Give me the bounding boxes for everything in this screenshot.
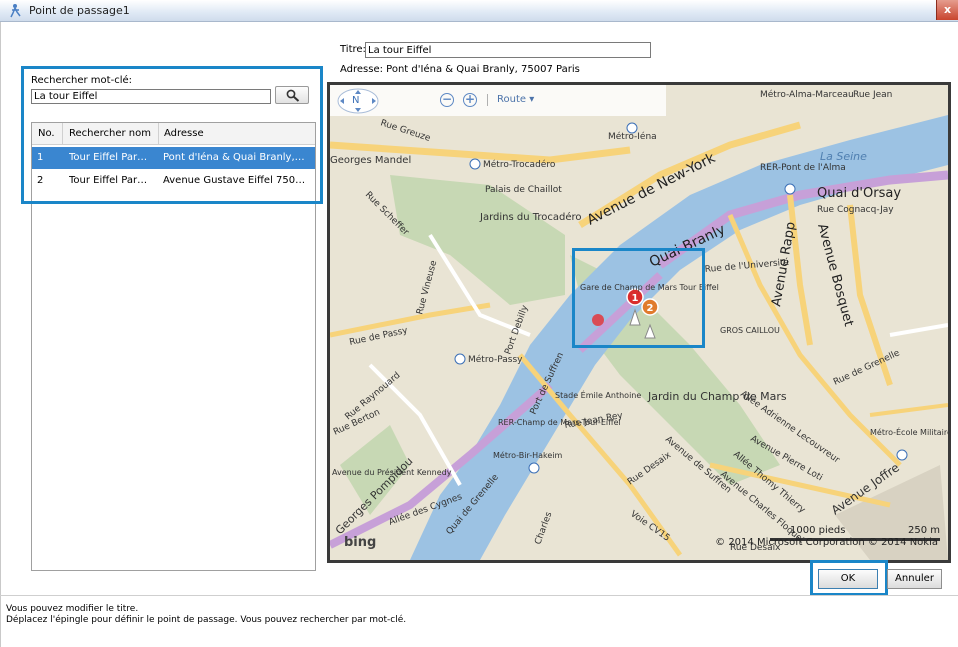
window-titlebar: Point de passage1 x xyxy=(0,0,958,22)
route-menu[interactable]: Route ▾ xyxy=(497,94,534,105)
svg-text:Jardin du Champ de Mars: Jardin du Champ de Mars xyxy=(647,390,787,403)
svg-text:Jardins du Trocadéro: Jardins du Trocadéro xyxy=(479,211,582,223)
map-toolbar: N − + Route ▾ xyxy=(330,85,666,116)
svg-text:Métro-Trocadéro: Métro-Trocadéro xyxy=(483,159,556,170)
toolbar-divider xyxy=(487,94,488,106)
svg-text:Métro-Passy: Métro-Passy xyxy=(468,354,523,365)
pin-highlight xyxy=(572,248,705,348)
svg-text:Rue Cognacq-Jay: Rue Cognacq-Jay xyxy=(817,205,894,215)
map-navigation-control[interactable]: N xyxy=(336,87,380,115)
svg-text:Métro-Iéna: Métro-Iéna xyxy=(608,131,657,142)
search-highlight xyxy=(21,66,323,204)
ok-button[interactable]: OK xyxy=(818,569,878,589)
svg-text:Stade Émile Anthoine: Stade Émile Anthoine xyxy=(555,389,641,400)
cancel-button[interactable]: Annuler xyxy=(887,569,942,589)
address-text: Adresse: Pont d'Iéna & Quai Branly, 7500… xyxy=(340,64,580,75)
zoom-out-icon[interactable]: − xyxy=(440,93,454,107)
compass-label: N xyxy=(352,95,360,106)
svg-text:Métro-École Militaire: Métro-École Militaire xyxy=(870,426,948,437)
scale-meters: 250 m xyxy=(907,525,940,536)
svg-text:RER-Pont de l'Alma: RER-Pont de l'Alma xyxy=(760,163,846,173)
bing-logo: bing xyxy=(344,535,377,550)
svg-text:La Seine: La Seine xyxy=(820,150,867,163)
svg-text:Palais de Chaillot: Palais de Chaillot xyxy=(485,185,562,195)
app-icon xyxy=(10,4,21,18)
svg-text:Georges Mandel: Georges Mandel xyxy=(330,155,411,166)
title-input[interactable] xyxy=(365,42,651,58)
divider xyxy=(0,595,958,596)
svg-text:Rue Jean: Rue Jean xyxy=(853,90,892,100)
help-text-line2: Déplacez l'épingle pour définir le point… xyxy=(6,615,407,625)
svg-text:Métro-Alma-Marceau: Métro-Alma-Marceau xyxy=(760,89,854,100)
map-copyright: © 2014 Microsoft Corporation © 2014 Noki… xyxy=(715,537,938,548)
svg-text:Quai d'Orsay: Quai d'Orsay xyxy=(817,186,901,201)
close-button[interactable]: x xyxy=(936,0,958,20)
scale-feet: 1000 pieds xyxy=(790,525,846,536)
title-label: Titre: xyxy=(340,44,366,55)
zoom-in-icon[interactable]: + xyxy=(463,93,477,107)
help-text-line1: Vous pouvez modifier le titre. xyxy=(6,604,139,614)
window-title: Point de passage1 xyxy=(29,4,130,17)
svg-text:GROS CAILLOU: GROS CAILLOU xyxy=(720,326,780,335)
svg-text:Métro-Bir-Hakeim: Métro-Bir-Hakeim xyxy=(493,450,563,460)
